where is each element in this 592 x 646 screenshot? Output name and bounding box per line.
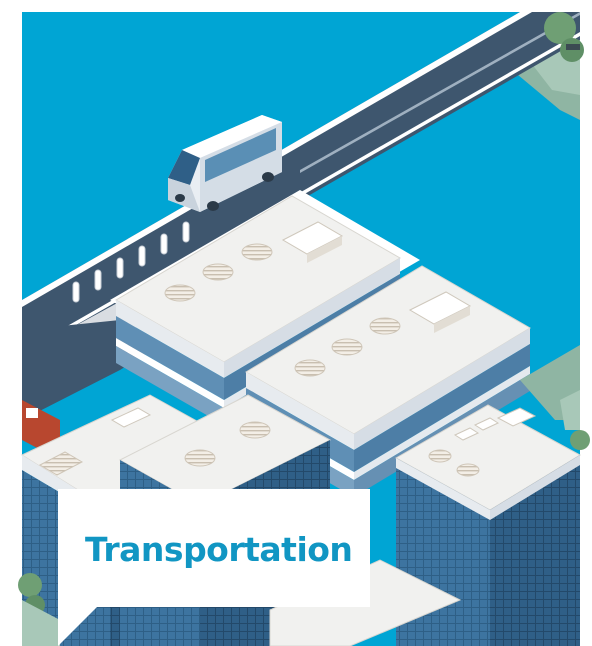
category-title: Transportation (85, 530, 353, 569)
tree-right-middle (570, 430, 590, 450)
label-card-notch (58, 600, 104, 646)
